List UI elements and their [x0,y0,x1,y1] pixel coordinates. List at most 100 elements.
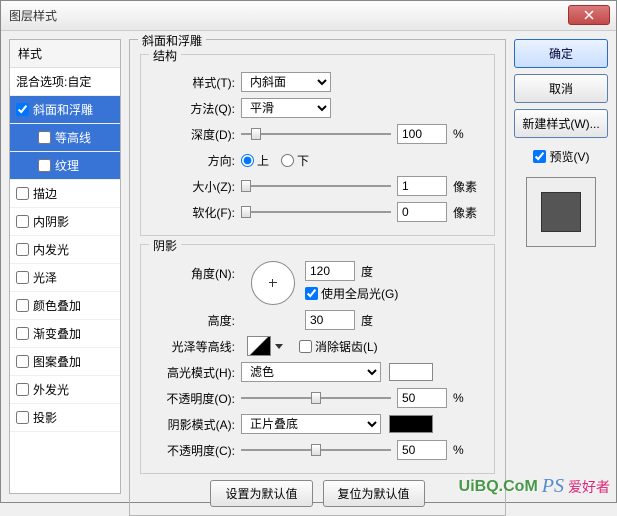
down-radio[interactable] [281,154,294,167]
direction-row: 方向: 上 下 [151,149,484,171]
item-outer-glow[interactable]: 外发光 [10,376,120,404]
global-light[interactable]: 使用全局光(G) [305,285,398,302]
preview-box [526,177,596,247]
item-color-overlay[interactable]: 颜色叠加 [10,292,120,320]
close-button[interactable] [568,5,610,25]
styles-header: 样式 [10,40,120,68]
item-pattern-overlay[interactable]: 图案叠加 [10,348,120,376]
styles-list: 样式 混合选项:自定 斜面和浮雕 等高线 纹理 描边 内阴影 内发光 光泽 颜色… [9,39,121,494]
pattern-overlay-checkbox[interactable] [16,355,29,368]
soften-slider[interactable] [241,203,391,221]
gradient-overlay-checkbox[interactable] [16,327,29,340]
watermark-cn: 爱好者 [568,477,610,497]
antialias-checkbox[interactable] [299,340,312,353]
direction-down[interactable]: 下 [281,152,309,169]
center-panel: 斜面和浮雕 结构 样式(T): 内斜面 方法(Q): 平滑 深度(D): [129,39,506,494]
method-select[interactable]: 平滑 [241,98,331,118]
item-contour[interactable]: 等高线 [10,124,120,152]
depth-row: 深度(D): % [151,123,484,145]
shadow-color-swatch[interactable] [389,415,433,433]
size-input[interactable] [397,176,447,196]
item-inner-shadow[interactable]: 内阴影 [10,208,120,236]
size-slider[interactable] [241,177,391,195]
stroke-checkbox[interactable] [16,187,29,200]
satin-checkbox[interactable] [16,271,29,284]
soften-unit: 像素 [453,204,477,221]
blend-options[interactable]: 混合选项:自定 [10,68,120,96]
item-label: 光泽 [33,269,57,286]
item-stroke[interactable]: 描边 [10,180,120,208]
angle-wheel[interactable] [251,261,295,305]
altitude-row: 高度: 度 [151,309,484,331]
bevel-checkbox[interactable] [16,103,29,116]
drop-shadow-checkbox[interactable] [16,411,29,424]
gloss-contour-picker[interactable] [247,336,271,356]
shadow-mode-select[interactable]: 正片叠底 [241,414,381,434]
altitude-unit: 度 [361,312,373,329]
outer-glow-checkbox[interactable] [16,383,29,396]
altitude-label: 高度: [151,312,241,329]
soften-row: 软化(F): 像素 [151,201,484,223]
item-drop-shadow[interactable]: 投影 [10,404,120,432]
texture-checkbox[interactable] [38,159,51,172]
highlight-opacity-slider[interactable] [241,389,391,407]
angle-label: 角度(N): [151,261,241,282]
item-texture[interactable]: 纹理 [10,152,120,180]
inner-glow-checkbox[interactable] [16,243,29,256]
angle-input[interactable] [305,261,355,281]
shadow-opacity-input[interactable] [397,440,447,460]
angle-row: 角度(N): 度 使用全局光(G) [151,261,484,305]
new-style-button[interactable]: 新建样式(W)... [514,109,608,138]
altitude-input[interactable] [305,310,355,330]
structure-title: 结构 [149,47,181,64]
highlight-mode-row: 高光模式(H): 滤色 [151,361,484,383]
structure-group: 结构 样式(T): 内斜面 方法(Q): 平滑 深度(D): % [140,54,495,236]
direction-up[interactable]: 上 [241,152,269,169]
global-light-checkbox[interactable] [305,287,318,300]
item-label: 图案叠加 [33,353,81,370]
style-select[interactable]: 内斜面 [241,72,331,92]
highlight-mode-select[interactable]: 滤色 [241,362,381,382]
depth-label: 深度(D): [151,126,241,143]
item-bevel[interactable]: 斜面和浮雕 [10,96,120,124]
shadow-opacity-label: 不透明度(C): [151,442,241,459]
soften-input[interactable] [397,202,447,222]
antialias[interactable]: 消除锯齿(L) [299,338,378,355]
shadow-opacity-slider[interactable] [241,441,391,459]
preview-label: 预览(V) [550,148,590,165]
size-row: 大小(Z): 像素 [151,175,484,197]
method-label: 方法(Q): [151,100,241,117]
watermark-url: UiBQ.CoM [459,478,538,496]
highlight-color-swatch[interactable] [389,363,433,381]
highlight-opacity-input[interactable] [397,388,447,408]
item-satin[interactable]: 光泽 [10,264,120,292]
depth-slider[interactable] [241,125,391,143]
up-radio[interactable] [241,154,254,167]
chevron-down-icon[interactable] [275,344,283,349]
soften-label: 软化(F): [151,204,241,221]
depth-input[interactable] [397,124,447,144]
contour-checkbox[interactable] [38,131,51,144]
angle-unit: 度 [361,263,373,280]
right-panel: 确定 取消 新建样式(W)... 预览(V) [514,39,608,494]
item-label: 描边 [33,185,57,202]
preview-checkbox[interactable] [533,150,546,163]
close-icon [584,10,594,20]
item-gradient-overlay[interactable]: 渐变叠加 [10,320,120,348]
bevel-section: 斜面和浮雕 结构 样式(T): 内斜面 方法(Q): 平滑 深度(D): [129,39,506,516]
method-row: 方法(Q): 平滑 [151,97,484,119]
dialog-window: 图层样式 样式 混合选项:自定 斜面和浮雕 等高线 纹理 描边 内阴影 内发光 … [0,0,617,503]
item-label: 外发光 [33,381,69,398]
depth-unit: % [453,127,464,141]
ok-button[interactable]: 确定 [514,39,608,68]
item-label: 颜色叠加 [33,297,81,314]
color-overlay-checkbox[interactable] [16,299,29,312]
item-inner-glow[interactable]: 内发光 [10,236,120,264]
blend-options-label: 混合选项:自定 [16,73,91,90]
inner-shadow-checkbox[interactable] [16,215,29,228]
item-label: 内发光 [33,241,69,258]
cancel-button[interactable]: 取消 [514,74,608,103]
gloss-row: 光泽等高线: 消除锯齿(L) [151,335,484,357]
preview-toggle[interactable]: 预览(V) [514,148,608,165]
item-label: 等高线 [55,129,91,146]
